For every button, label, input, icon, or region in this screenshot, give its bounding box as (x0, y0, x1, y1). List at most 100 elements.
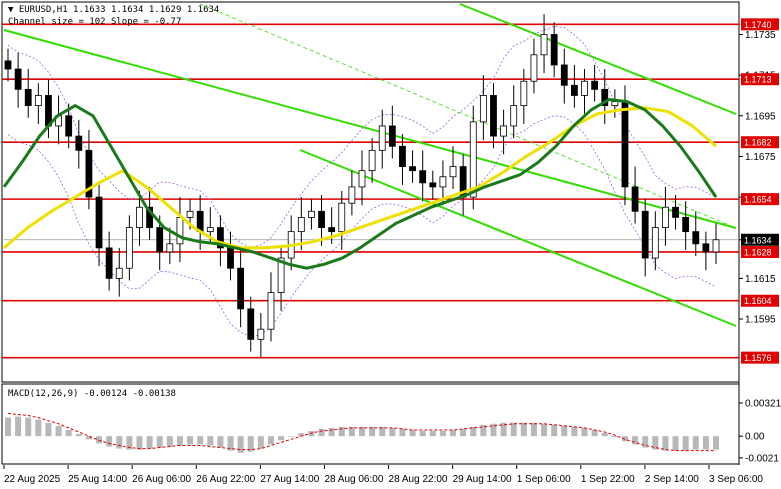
macd-histogram-bar (288, 436, 295, 437)
candle-body (429, 182, 437, 188)
candle-body (692, 231, 700, 245)
level-label-text: 1.1604 (744, 296, 772, 306)
time-tick-label: 2 Sep 14:00 (645, 474, 699, 485)
candle-body (520, 80, 528, 107)
candle-body (378, 125, 386, 151)
time-tick-label: 28 Aug 22:00 (389, 474, 448, 485)
candle-body (500, 125, 508, 137)
level-label-text: 1.1576 (744, 353, 772, 363)
macd-histogram-bar (136, 436, 143, 450)
macd-histogram-bar (399, 428, 406, 437)
price-chart[interactable]: 0.003210.00-0.0021 1.17351.17151.16951.1… (0, 0, 781, 489)
macd-histogram-bar (409, 429, 416, 437)
candle-body (186, 210, 194, 218)
macd-histogram-bar (702, 436, 709, 450)
macd-histogram-bar (278, 436, 285, 441)
candle-body (560, 64, 568, 86)
time-tick-label: 27 Aug 14:00 (260, 474, 319, 485)
candle-body (641, 210, 649, 259)
time-tick-label: 1 Sep 06:00 (517, 474, 571, 485)
price-tick-label: 1.1595 (745, 315, 776, 326)
macd-histogram-bar (439, 431, 446, 437)
macd-histogram-bar (65, 429, 72, 437)
macd-histogram-bar (672, 436, 679, 451)
macd-histogram-bar (460, 428, 467, 437)
candle-body (621, 101, 629, 188)
candle-body (34, 95, 42, 107)
macd-histogram-bar (571, 426, 578, 437)
macd-histogram-bar (450, 429, 457, 437)
macd-histogram-bar (217, 436, 224, 448)
candle-body (257, 328, 265, 340)
candle-body (611, 101, 619, 107)
candle-body (338, 202, 346, 233)
time-tick-label: 28 Aug 06:00 (324, 474, 383, 485)
candle-body (166, 243, 174, 253)
candle-body (318, 210, 325, 228)
macd-tick-label: 0.00321 (745, 398, 781, 409)
level-label-text: 1.1628 (744, 247, 772, 257)
candle-body (550, 34, 558, 66)
time-tick-label: 22 Aug 2025 (4, 474, 61, 485)
level-label-text: 1.1713 (744, 75, 772, 85)
macd-histogram-bar (318, 428, 325, 437)
macd-histogram-bar (156, 436, 163, 448)
level-label-text: 1.1654 (744, 195, 772, 205)
macd-histogram-bar (662, 436, 669, 451)
candle-body (115, 267, 123, 279)
candle-body (105, 247, 113, 279)
macd-tick-label: 0.00 (745, 432, 765, 443)
time-tick-label: 1 Sep 22:00 (581, 474, 635, 485)
candle-body (702, 243, 710, 253)
candle-body (571, 84, 578, 96)
candle-body (95, 196, 103, 249)
candle-body (530, 54, 538, 82)
candle-body (65, 115, 73, 137)
candle-body (176, 217, 184, 245)
macd-histogram-bar (187, 436, 194, 445)
candle-body (419, 170, 427, 184)
macd-histogram-bar (15, 416, 22, 437)
candle-body (14, 68, 22, 90)
candle-body (348, 186, 356, 204)
candle-body (540, 34, 548, 56)
time-tick-label: 26 Aug 22:00 (196, 474, 255, 485)
level-label-text: 1.1682 (744, 138, 772, 148)
candle-body (24, 88, 32, 107)
macd-histogram-bar (419, 431, 426, 437)
macd-histogram-bar (45, 422, 52, 437)
macd-histogram-bar (561, 425, 568, 437)
candle-body (75, 135, 83, 151)
current-price-text: 1.1634 (744, 235, 772, 245)
macd-histogram-bar (601, 433, 608, 437)
candle-body (712, 239, 720, 253)
candle-body (510, 105, 518, 127)
candle-body (662, 206, 669, 228)
candle-body (439, 176, 447, 188)
time-tick-label: 29 Aug 14:00 (453, 474, 512, 485)
macd-histogram-bar (713, 436, 719, 450)
candle-body (328, 227, 336, 233)
macd-histogram-bar (591, 429, 598, 437)
candle-body (125, 227, 133, 269)
time-tick-label: 25 Aug 14:00 (68, 474, 127, 485)
macd-histogram-bar (207, 436, 214, 446)
candle-body (358, 170, 366, 188)
macd-histogram-bar (55, 425, 62, 437)
candle-body (591, 80, 599, 90)
time-tick-label: 26 Aug 06:00 (132, 474, 191, 485)
candle-body (368, 149, 376, 172)
macd-histogram-bar (197, 436, 204, 445)
macd-histogram-bar (75, 434, 82, 437)
macd-histogram-bar (328, 427, 335, 437)
chart-background (0, 0, 781, 489)
macd-histogram-bar (682, 436, 689, 451)
time-tick-label: 3 Sep 06:00 (709, 474, 763, 485)
candle-body (581, 80, 588, 96)
macd-histogram-bar (429, 431, 436, 437)
price-tick-label: 1.1735 (745, 30, 776, 41)
macd-histogram-bar (116, 436, 123, 449)
indicator-header: Channel size = 102 Slope = -0.77 (8, 17, 181, 27)
macd-histogram-bar (35, 419, 42, 437)
macd-histogram-bar (530, 422, 537, 437)
